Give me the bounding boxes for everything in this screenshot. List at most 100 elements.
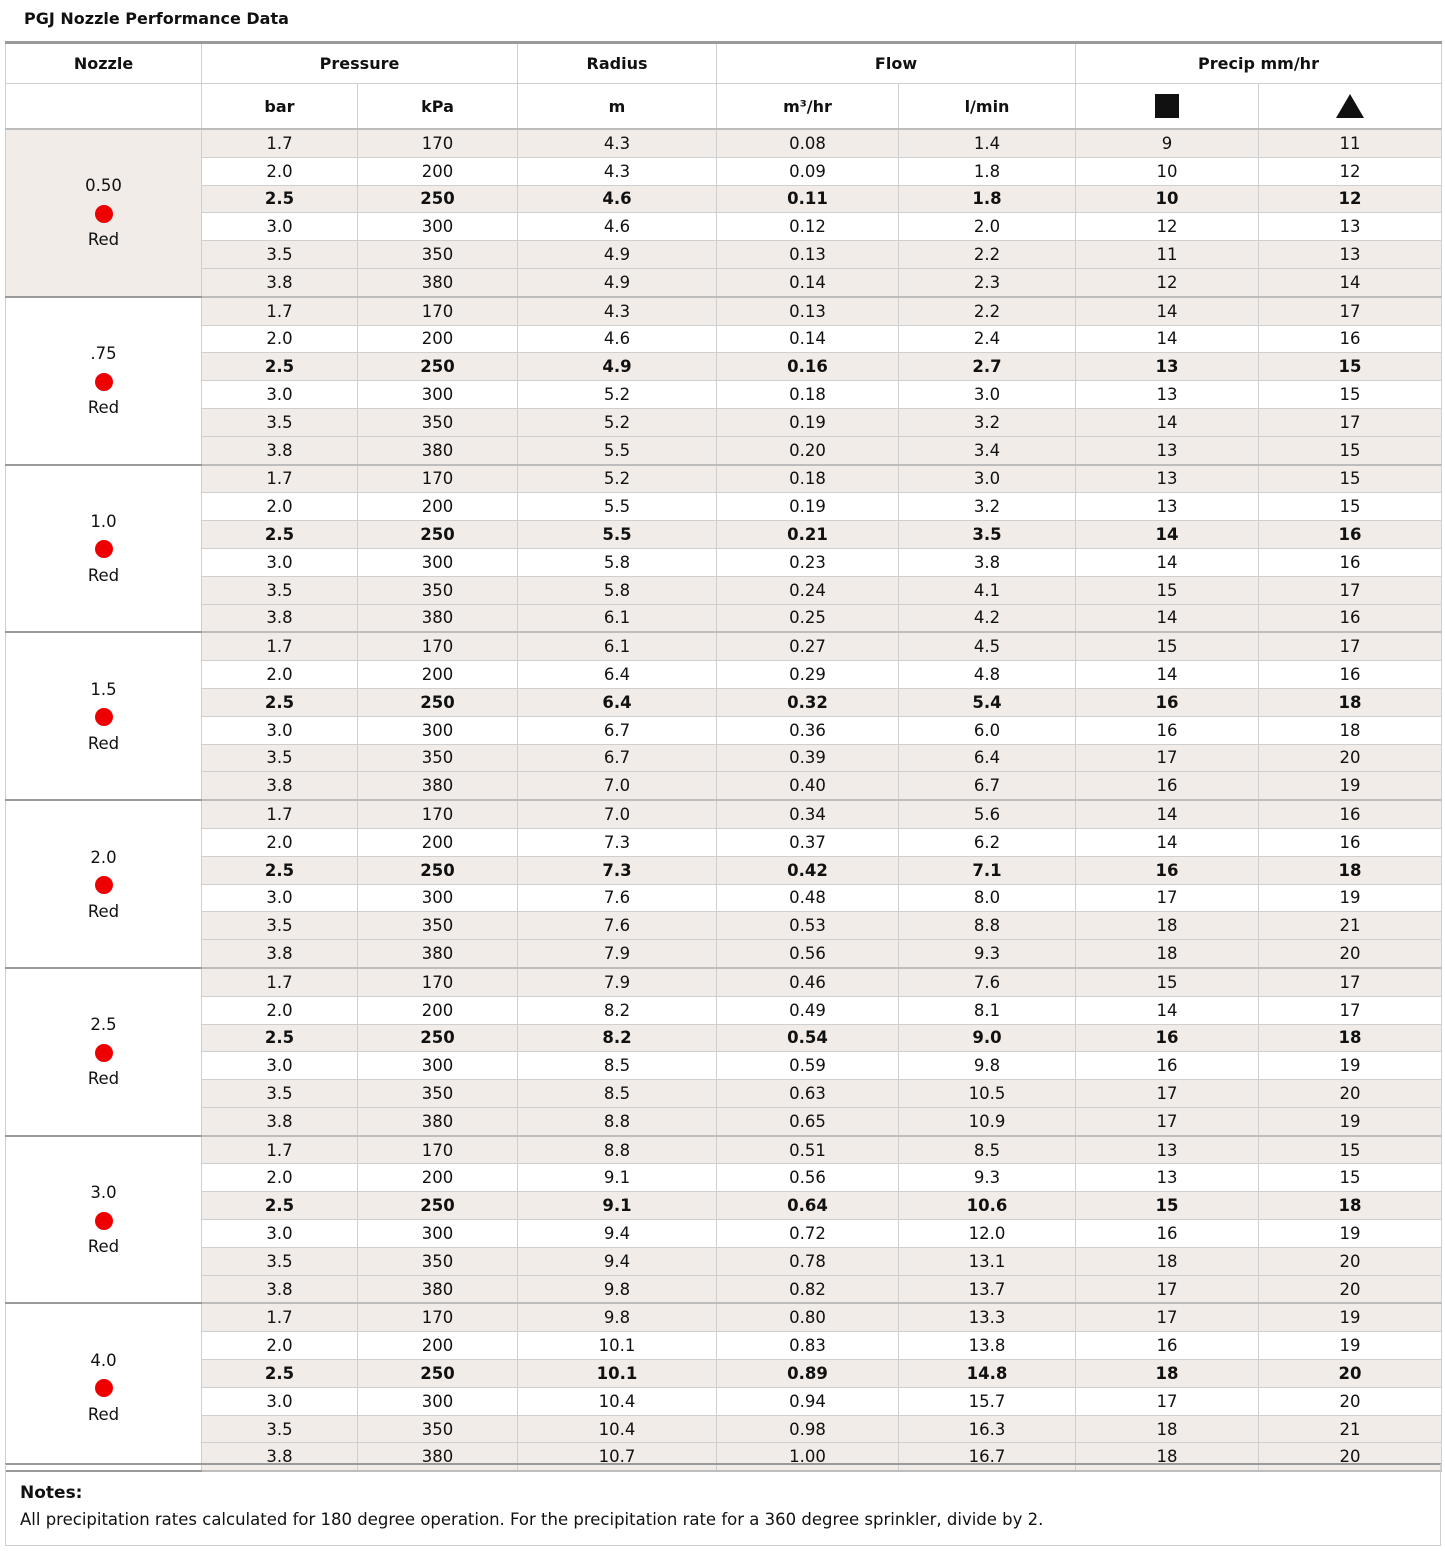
flow-lmin-cell: 8.8 [898,911,1076,941]
table-row: 2.5 250 6.4 0.32 5.4 16 18 [6,687,1442,717]
bar-cell: 1.7 [201,464,358,494]
table-row: 3.0 300 10.4 0.94 15.7 17 20 [6,1386,1442,1416]
header-flow: Flow [716,41,1076,84]
radius-cell: 9.1 [517,1191,717,1221]
kpa-cell: 380 [357,267,518,298]
precip-triangle-cell: 16 [1258,324,1442,354]
precip-square-cell: 15 [1075,631,1259,662]
flow-m3hr-cell: 0.98 [716,1414,899,1444]
precip-triangle-cell: 18 [1258,715,1442,745]
flow-lmin-cell: 2.3 [898,267,1076,298]
flow-m3hr-cell: 0.14 [716,324,899,354]
bar-cell: 2.0 [201,492,358,522]
precip-triangle-cell: 15 [1258,380,1442,409]
table-row: 3.5 350 7.6 0.53 8.8 18 21 [6,911,1442,941]
header-unit-m3hr: m³/hr [716,83,899,130]
flow-m3hr-cell: 0.37 [716,827,899,857]
radius-cell: 8.8 [517,1135,717,1165]
radius-cell: 5.5 [517,520,717,549]
precip-square-cell: 10 [1075,156,1259,186]
table-row: 1.5 Red 1.7 170 6.1 0.27 4.5 15 17 [5,631,1442,802]
precip-triangle-cell: 17 [1258,575,1442,605]
table-row: 2.0 200 8.2 0.49 8.1 14 17 [6,995,1442,1025]
flow-lmin-cell: 15.7 [898,1386,1076,1416]
header-square-spacing [1075,83,1259,130]
radius-cell: 9.4 [517,1219,717,1248]
kpa-cell: 170 [357,296,518,326]
kpa-cell: 350 [357,1414,518,1444]
flow-lmin-cell: 3.0 [898,464,1076,494]
radius-cell: 7.6 [517,911,717,941]
nozzle-color-name: Red [87,1237,120,1257]
kpa-cell: 170 [357,967,518,997]
bar-cell: 2.0 [201,1331,358,1361]
table-row: 3.8 380 4.9 0.14 2.3 12 14 [6,267,1442,298]
radius-cell: 6.1 [517,603,717,634]
red-dot-icon [94,372,113,391]
flow-lmin-cell: 3.0 [898,380,1076,409]
flow-lmin-cell: 3.2 [898,407,1076,437]
nozzle-color-name: Red [87,1069,120,1089]
kpa-cell: 350 [357,575,518,605]
red-dot-icon [94,540,113,559]
flow-lmin-cell: 1.8 [898,184,1076,214]
nozzle-cell: .75 Red [5,296,202,466]
kpa-cell: 170 [357,128,518,158]
radius-cell: 5.8 [517,575,717,605]
flow-lmin-cell: 4.5 [898,631,1076,662]
nozzle-color-name: Red [87,733,120,753]
flow-m3hr-cell: 0.51 [716,1135,899,1165]
table-row: 3.5 350 5.8 0.24 4.1 15 17 [6,575,1442,605]
nozzle-color-dot [7,535,201,562]
header-nozzle: Nozzle [5,41,202,84]
table-row: 2.0 Red 1.7 170 7.0 0.34 5.6 14 16 [5,799,1442,969]
nozzle-size: 1.5 [90,679,117,699]
precip-triangle-cell: 15 [1258,1163,1442,1193]
table-row: 4.0 Red 1.7 170 9.8 0.80 13.3 17 19 [5,1302,1442,1473]
kpa-cell: 350 [357,911,518,941]
bar-cell: 2.5 [201,184,358,214]
flow-lmin-cell: 3.8 [898,547,1076,577]
flow-m3hr-cell: 0.09 [716,156,899,186]
header-unit-bar: bar [201,83,358,130]
precip-triangle-cell: 17 [1258,296,1442,326]
flow-lmin-cell: 7.1 [898,855,1076,885]
table-row: 2.0 200 9.1 0.56 9.3 13 15 [6,1163,1442,1193]
radius-cell: 6.4 [517,660,717,689]
precip-square-cell: 16 [1075,715,1259,745]
kpa-cell: 250 [357,352,518,382]
nozzle-cell: 1.5 Red [5,631,202,802]
nozzle-color-dot [7,1206,201,1233]
table-row: 3.8 380 8.8 0.65 10.9 17 19 [6,1106,1442,1137]
precip-square-cell: 17 [1075,743,1259,773]
radius-cell: 8.2 [517,995,717,1025]
red-dot-icon [94,204,113,223]
kpa-cell: 200 [357,324,518,354]
kpa-cell: 300 [357,380,518,409]
nozzle-color-name: Red [87,565,120,585]
kpa-cell: 300 [357,1051,518,1081]
bar-cell: 3.8 [201,771,358,802]
performance-table-body: 0.50 Red 1.7 170 4.3 0.08 1.4 9 11 2.0 200 4.3 0.09 1… [5,128,1442,1473]
radius-cell: 10.4 [517,1414,717,1444]
bar-cell: 1.7 [201,128,358,158]
radius-cell: 7.3 [517,827,717,857]
kpa-cell: 200 [357,827,518,857]
table-row: 3.0 300 9.4 0.72 12.0 16 19 [6,1219,1442,1248]
flow-m3hr-cell: 0.63 [716,1079,899,1108]
nozzle-size: 2.0 [90,847,117,867]
kpa-cell: 170 [357,799,518,829]
precip-triangle-cell: 15 [1258,464,1442,494]
header-nozzle-unit-blank [5,83,202,130]
flow-m3hr-cell: 0.94 [716,1386,899,1416]
table-row: 1.0 Red 1.7 170 5.2 0.18 3.0 13 15 [5,464,1442,634]
flow-m3hr-cell: 0.42 [716,855,899,885]
flow-lmin-cell: 13.3 [898,1302,1076,1333]
kpa-cell: 200 [357,1163,518,1193]
flow-lmin-cell: 6.4 [898,743,1076,773]
radius-cell: 5.8 [517,547,717,577]
table-row: 3.0 300 5.2 0.18 3.0 13 15 [6,380,1442,409]
flow-lmin-cell: 13.7 [898,1274,1076,1305]
precip-triangle-cell: 17 [1258,407,1442,437]
header-pressure: Pressure [201,41,518,84]
